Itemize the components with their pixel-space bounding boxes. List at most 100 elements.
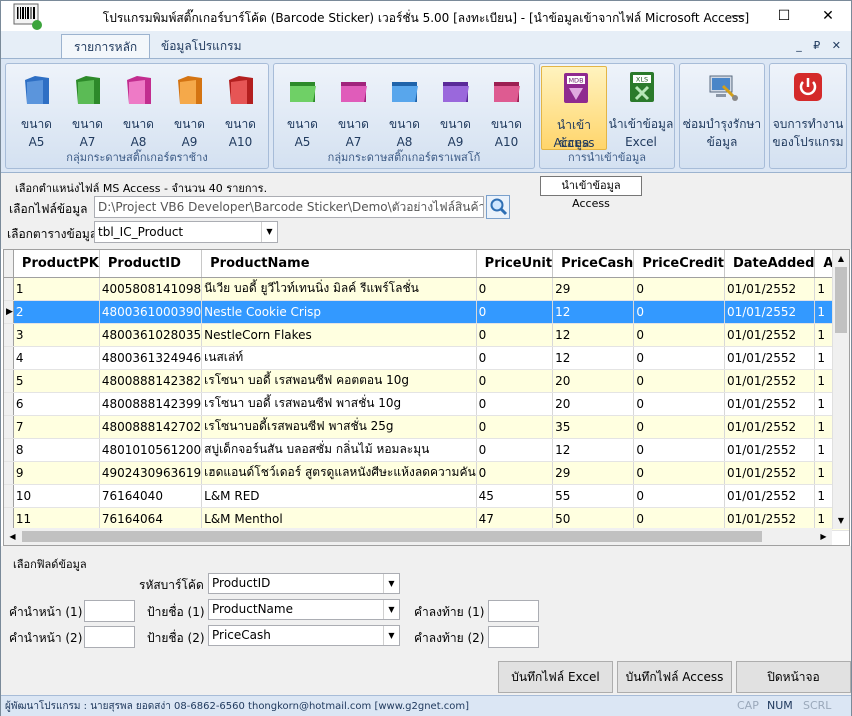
table-cell[interactable]: 5	[13, 369, 100, 393]
table-cell[interactable]: 1	[13, 277, 100, 301]
table-cell[interactable]: 12	[552, 346, 635, 370]
table-cell[interactable]: 01/01/2552	[724, 461, 816, 485]
data-grid[interactable]: ProductPK ProductID ProductName PriceUni…	[3, 249, 850, 546]
table-cell[interactable]: 45	[476, 484, 554, 508]
scroll-up-icon[interactable]: ▲	[833, 250, 849, 267]
tab-program-info[interactable]: ข้อมูลโปรแกรม	[149, 34, 254, 59]
mdi-window-controls[interactable]: _ ₽ ✕	[796, 39, 845, 52]
table-cell[interactable]: 2	[13, 300, 100, 324]
browse-button[interactable]	[486, 195, 510, 219]
table-cell[interactable]: 4800888142382	[99, 369, 203, 393]
row-header[interactable]	[4, 415, 14, 439]
chang-a8-button[interactable]: ขนาด A8	[114, 66, 163, 150]
column-header[interactable]: PriceCash	[552, 250, 635, 278]
file-path-field[interactable]: D:\Project VB6 Developer\Barcode Sticker…	[94, 196, 484, 218]
column-header[interactable]: PriceCredit	[633, 250, 725, 278]
table-cell[interactable]: เรโซนา บอดี้ เรสพอนซีฟ คอตตอน 10g	[201, 369, 477, 393]
table-cell[interactable]: 0	[476, 415, 554, 439]
table-cell[interactable]: 4800361028035	[99, 323, 203, 347]
prefix1-input[interactable]	[84, 600, 135, 622]
table-cell[interactable]: 0	[633, 346, 725, 370]
table-cell[interactable]: 47	[476, 507, 554, 531]
table-cell[interactable]: 10	[13, 484, 100, 508]
save-excel-button[interactable]: บันทึกไฟล์ Excel	[498, 661, 613, 693]
table-cell[interactable]: 0	[476, 346, 554, 370]
table-cell[interactable]: 01/01/2552	[724, 415, 816, 439]
chang-a9-button[interactable]: ขนาด A9	[165, 66, 214, 150]
table-cell[interactable]: 0	[633, 277, 725, 301]
suffix2-input[interactable]	[488, 626, 539, 648]
import-access-button[interactable]: MDB นำเข้าข้อมูล Access	[541, 66, 607, 150]
column-header[interactable]: ProductPK	[13, 250, 100, 278]
table-select[interactable]: tbl_IC_Product ▼	[94, 221, 278, 243]
row-header[interactable]	[4, 323, 14, 347]
chang-a7-button[interactable]: ขนาด A7	[63, 66, 112, 150]
table-cell[interactable]: 01/01/2552	[724, 484, 816, 508]
table-cell[interactable]: 8	[13, 438, 100, 462]
table-row[interactable]: 6 4800888142399 เรโซนา บอดี้ เรสพอนซีฟ พาส…	[4, 392, 849, 416]
table-cell[interactable]: 0	[633, 438, 725, 462]
table-cell[interactable]: 4005808141098	[99, 277, 203, 301]
table-cell[interactable]: สบู่เด็กจอร์นสัน บลอสซั่ม กลิ่นไม้ หอมละ…	[201, 438, 477, 462]
scroll-left-icon[interactable]: ◀	[4, 528, 21, 545]
pesco-a10-button[interactable]: ขนาด A10	[482, 66, 531, 150]
row-header[interactable]	[4, 507, 14, 531]
import-excel-button[interactable]: XLS นำเข้าข้อมูล Excel	[608, 66, 674, 150]
table-cell[interactable]: 4800361324946	[99, 346, 203, 370]
table-cell[interactable]: NestleCorn Flakes	[201, 323, 477, 347]
table-cell[interactable]: เนสเล่ท์	[201, 346, 477, 370]
table-cell[interactable]: 4902430963619	[99, 461, 203, 485]
table-cell[interactable]: 0	[633, 484, 725, 508]
table-cell[interactable]: 20	[552, 392, 635, 416]
suffix1-input[interactable]	[488, 600, 539, 622]
table-cell[interactable]: 29	[552, 461, 635, 485]
name2-field-select[interactable]: PriceCash ▼	[208, 625, 400, 646]
barcode-field-select[interactable]: ProductID ▼	[208, 573, 400, 594]
table-cell[interactable]: 0	[633, 415, 725, 439]
table-row[interactable]: 9 4902430963619 เฮดแอนด์โชว์เดอร์ สูตรดูแล…	[4, 461, 849, 485]
table-cell[interactable]: 11	[13, 507, 100, 531]
pesco-a8-button[interactable]: ขนาด A8	[380, 66, 429, 150]
table-cell[interactable]: 55	[552, 484, 635, 508]
row-header[interactable]: ▶	[4, 300, 14, 324]
table-cell[interactable]: 4800361000390	[99, 300, 203, 324]
table-cell[interactable]: 01/01/2552	[724, 346, 816, 370]
table-cell[interactable]: 4800888142702	[99, 415, 203, 439]
close-form-button[interactable]: ปิดหน้าจอ	[736, 661, 851, 693]
row-header[interactable]	[4, 392, 14, 416]
prefix2-input[interactable]	[84, 626, 135, 648]
row-header[interactable]	[4, 484, 14, 508]
row-header[interactable]	[4, 277, 14, 301]
pesco-a5-button[interactable]: ขนาด A5	[278, 66, 327, 150]
table-cell[interactable]: เรโซนาบอดี้เรสพอนซีฟ พาสชั่น 25g	[201, 415, 477, 439]
table-cell[interactable]: 01/01/2552	[724, 507, 816, 531]
table-cell[interactable]: 0	[476, 392, 554, 416]
table-row[interactable]: 10 76164040 L&M RED 45 55 0 01/01/2552 1	[4, 484, 849, 508]
table-cell[interactable]: 0	[633, 461, 725, 485]
horizontal-scrollbar[interactable]: ◀ ▶	[4, 528, 832, 545]
table-cell[interactable]: 4801010561200	[99, 438, 203, 462]
table-cell[interactable]: 7	[13, 415, 100, 439]
maintenance-button[interactable]: ซ่อมบำรุงรักษา ข้อมูล	[681, 66, 763, 150]
table-cell[interactable]: 20	[552, 369, 635, 393]
table-cell[interactable]: L&M Menthol	[201, 507, 477, 531]
table-cell[interactable]: 0	[476, 300, 554, 324]
chang-a5-button[interactable]: ขนาด A5	[12, 66, 61, 150]
table-cell[interactable]: 35	[552, 415, 635, 439]
table-cell[interactable]: 0	[633, 300, 725, 324]
table-cell[interactable]: 0	[633, 507, 725, 531]
table-cell[interactable]: 0	[633, 323, 725, 347]
row-header[interactable]	[4, 369, 14, 393]
column-header[interactable]: ProductName	[201, 250, 477, 278]
exit-program-button[interactable]: จบการทำงาน ของโปรแกรม	[771, 66, 845, 150]
table-row[interactable]: 8 4801010561200 สบู่เด็กจอร์นสัน บลอสซั่ม …	[4, 438, 849, 462]
table-row[interactable]: ▶ 2 4800361000390 Nestle Cookie Crisp 0 12 0 01…	[4, 300, 849, 324]
table-cell[interactable]: 0	[476, 461, 554, 485]
table-cell[interactable]: 01/01/2552	[724, 438, 816, 462]
pesco-a9-button[interactable]: ขนาด A9	[431, 66, 480, 150]
table-cell[interactable]: 0	[633, 392, 725, 416]
table-cell[interactable]: 4800888142399	[99, 392, 203, 416]
column-header[interactable]: DateAdded	[724, 250, 816, 278]
table-row[interactable]: 5 4800888142382 เรโซนา บอดี้ เรสพอนซีฟ คอต…	[4, 369, 849, 393]
minimize-button[interactable]: —	[715, 1, 761, 31]
